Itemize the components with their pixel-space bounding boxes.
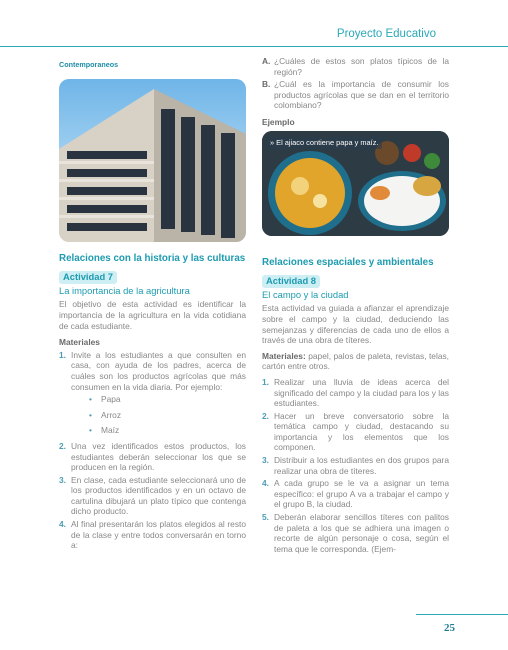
step-item: 2. Una vez identificados estos productos,… [59, 440, 246, 473]
activity-8-title: El campo y la ciudad [262, 288, 349, 300]
right-column: A. ¿Cuáles de estos son platos típicos de… [262, 56, 449, 556]
examples-list: • Papa • Arroz • Maíz [89, 394, 246, 436]
example-heading: Ejemplo [262, 116, 295, 127]
section-title-right: Relaciones espaciales y ambientales [262, 256, 434, 268]
question-b: B. ¿Cuál es la importancia de consumir lo… [262, 79, 449, 111]
section-title-left: Relaciones con la historia y las cultura… [59, 252, 246, 264]
activity-7-intro: El objetivo de esta actividad es identif… [59, 299, 246, 331]
step-item: 1. Realizar una lluvia de ideas acerca de… [262, 376, 449, 409]
building-photo [59, 78, 246, 242]
step-item: 4. Al final presentarán los platos elegid… [59, 519, 246, 551]
activity-7-badge: Actividad 7 [59, 271, 118, 284]
step-item: 2. Hacer un breve conversatorio sobre la … [262, 410, 449, 453]
step-item: 3. En clase, cada estudiante seleccionará… [59, 474, 246, 517]
activity-8-steps: 1. Realizar una lluvia de ideas acerca de… [262, 377, 449, 555]
step-item: 5. Deberán elaborar sencillos títeres con… [262, 512, 449, 554]
materials-line: Materiales: papel, palos de paleta, revi… [262, 350, 449, 372]
building-illustration [59, 88, 246, 242]
materials-heading: Materiales [59, 337, 100, 348]
page-number: 25 [444, 622, 455, 634]
example-item: • Arroz [89, 409, 122, 420]
activity-8-intro: Esta actividad va guiada a afianzar el a… [262, 303, 449, 346]
activity-7-title: La importancia de la agricultura [59, 284, 190, 296]
footer-rule [416, 614, 508, 615]
example-item: • Papa [89, 394, 121, 405]
example-item: • Maíz [89, 425, 120, 436]
header-title: Proyecto Educativo [336, 28, 436, 40]
activity-8-badge: Actividad 8 [262, 275, 321, 288]
left-column: Contemporaneos Relaciones con la histori… [59, 56, 246, 553]
section-label: Contemporaneos [59, 60, 119, 69]
activity-7-steps: 1. Invite a los estudiantes a que consul… [59, 350, 246, 551]
ajiaco-photo: » El ajiaco contiene papa y maíz. [262, 130, 449, 236]
step-item: 3. Distribuir a los estudiantes en dos gr… [262, 455, 449, 476]
step-item: 4. A cada grupo se le va a asignar un tem… [262, 478, 449, 510]
header-rule [0, 46, 508, 47]
step-item: 1. Invite a los estudiantes a que consul… [59, 349, 246, 436]
question-a: A. ¿Cuáles de estos son platos típicos de… [262, 56, 449, 77]
image-caption: » El ajiaco contiene papa y maíz. [266, 136, 383, 150]
